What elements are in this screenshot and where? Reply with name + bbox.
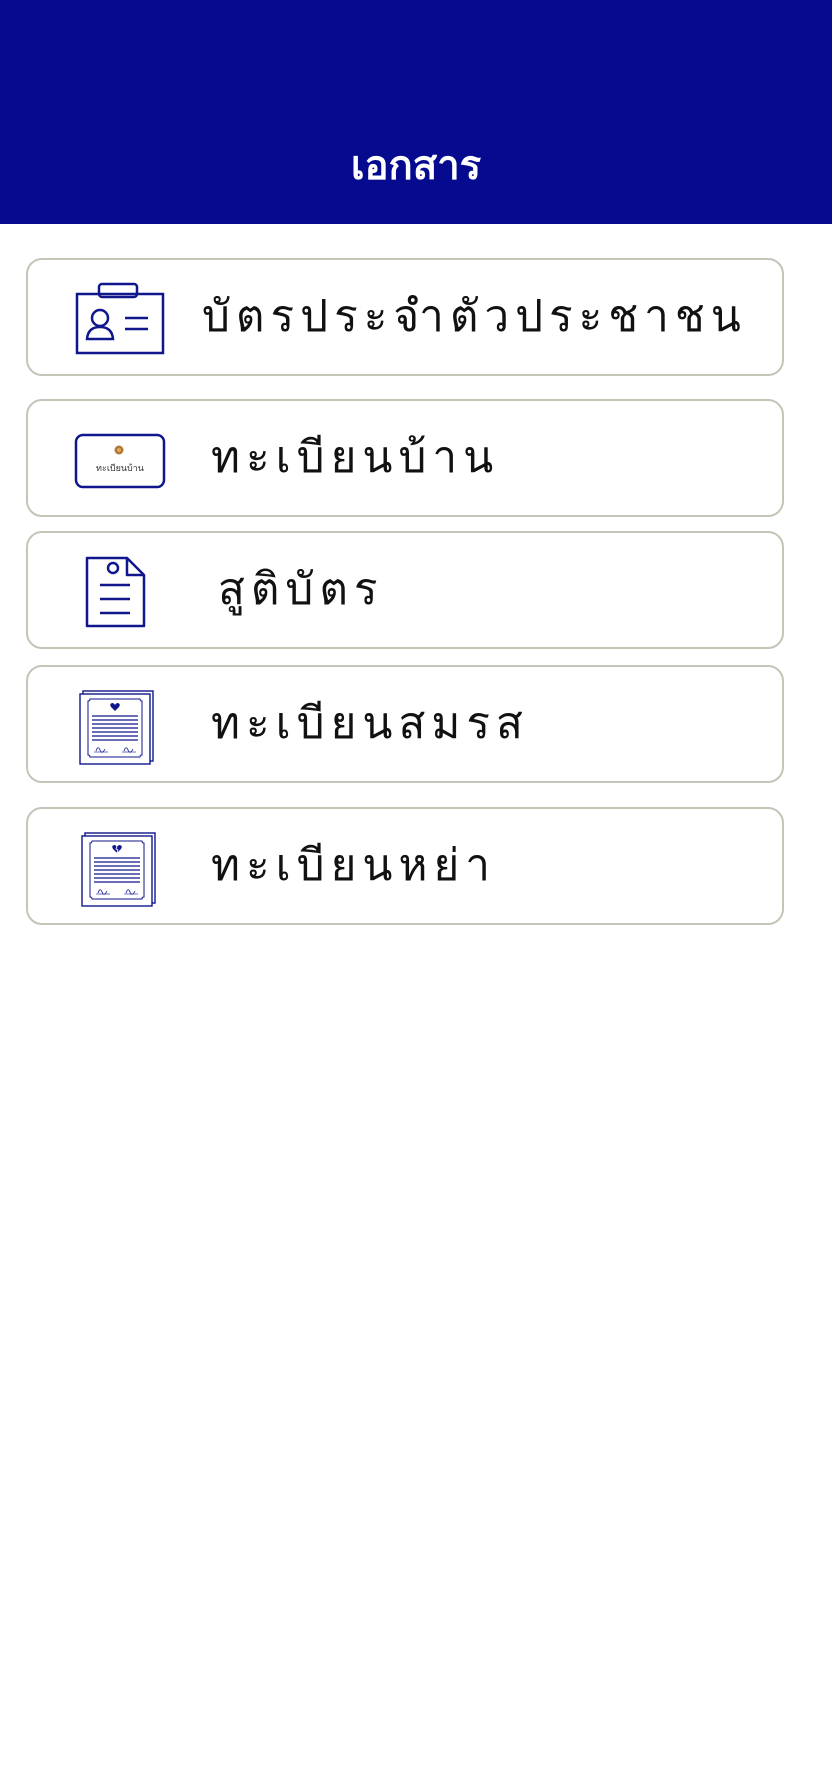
- document-label: ทะเบียนบ้าน: [211, 432, 500, 483]
- house-registration-icon-text: ทะเบียนบ้าน: [96, 463, 144, 474]
- document-item-marriage-certificate[interactable]: ทะเบียนสมรส: [26, 665, 784, 783]
- document-item-house-registration[interactable]: ทะเบียนบ้าน ทะเบียนบ้าน: [26, 399, 784, 517]
- document-label: ทะเบียนสมรส: [211, 698, 529, 749]
- document-item-birth-certificate[interactable]: สูติบัตร: [26, 531, 784, 649]
- document-label: ทะเบียนหย่า: [211, 840, 496, 891]
- app-header: เอกสาร: [0, 0, 832, 224]
- document-label: สูติบัตร: [218, 564, 384, 615]
- document-label: บัตรประจำตัวประชาชน: [202, 291, 747, 342]
- marriage-certificate-icon: [79, 690, 154, 765]
- house-registration-icon: ทะเบียนบ้าน: [74, 433, 166, 489]
- page-title: เอกสาร: [350, 143, 482, 189]
- document-item-id-card[interactable]: บัตรประจำตัวประชาชน: [26, 258, 784, 376]
- id-card-icon: [75, 282, 165, 355]
- birth-certificate-icon: [85, 556, 146, 628]
- divorce-certificate-icon: [81, 832, 156, 907]
- document-item-divorce-certificate[interactable]: ทะเบียนหย่า: [26, 807, 784, 925]
